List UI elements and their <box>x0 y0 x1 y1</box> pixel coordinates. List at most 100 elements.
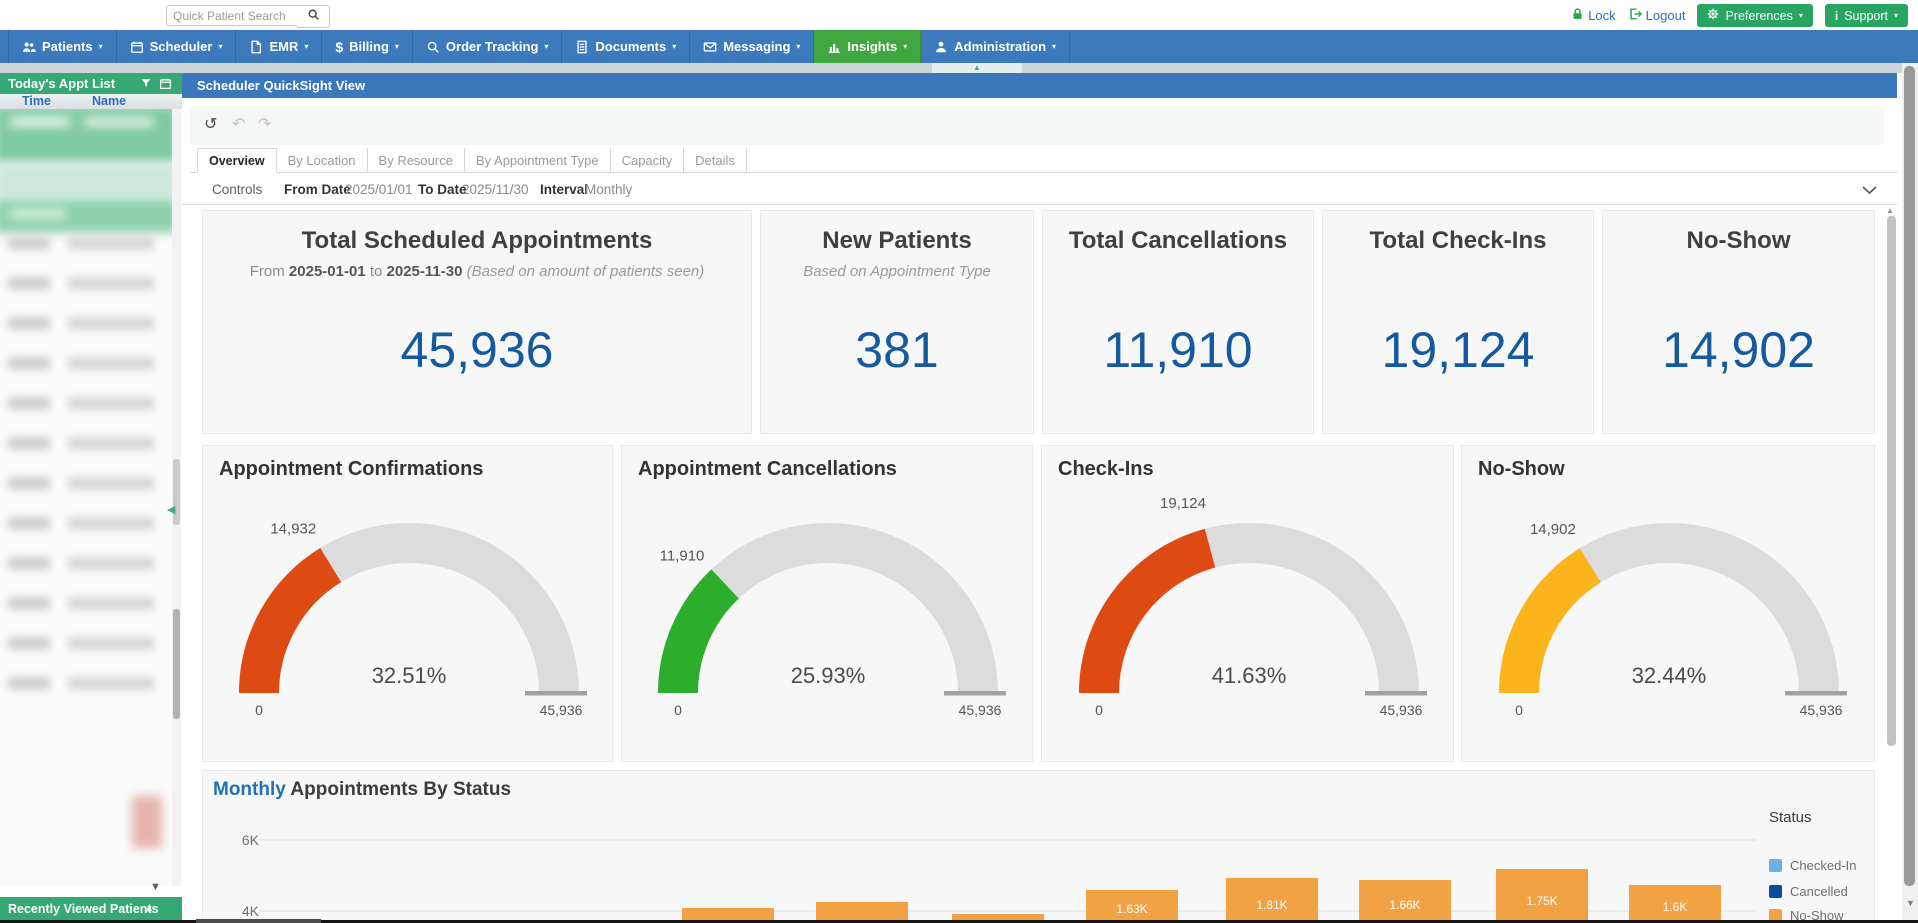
nav-item-label: Billing <box>349 39 389 54</box>
column-header-name: Name <box>92 94 126 108</box>
chevron-down-icon: ▾ <box>544 43 548 51</box>
svg-text:0: 0 <box>1515 702 1523 718</box>
chart-legend: Status <box>1769 809 1812 826</box>
nav-item-administration[interactable]: Administration ▾ <box>921 30 1070 63</box>
tab-details[interactable]: Details <box>684 148 747 173</box>
lock-icon <box>1571 7 1584 24</box>
redo-icon[interactable]: ↷ <box>258 114 271 134</box>
svg-text:0: 0 <box>255 702 263 718</box>
legend-item-cancelled[interactable]: Cancelled <box>1769 884 1848 899</box>
nav-item-scheduler[interactable]: Scheduler ▾ <box>117 30 237 63</box>
kpi-title: Total Check-Ins <box>1323 227 1593 255</box>
search-button[interactable] <box>297 5 330 28</box>
barchart-icon <box>827 40 841 54</box>
kpi-value: 11,910 <box>1043 315 1313 385</box>
collapse-sidebar-arrow[interactable]: ◀ <box>167 503 175 516</box>
nav-item-label: EMR <box>269 39 298 54</box>
appointment-list-redacted <box>0 109 172 886</box>
svg-text:14,932: 14,932 <box>270 521 316 538</box>
nav-item-label: Scheduler <box>150 39 213 54</box>
logout-icon <box>1628 7 1642 24</box>
tab-by-location[interactable]: By Location <box>277 148 368 173</box>
kpi-card-2: Total Cancellations 11,910 <box>1042 210 1314 434</box>
gauge-chart[interactable]: 14,932 32.51% 0 45,936 <box>229 494 589 734</box>
gauge-chart[interactable]: 11,910 25.93% 0 45,936 <box>648 494 1008 734</box>
reset-icon[interactable]: ↺ <box>204 114 217 134</box>
todays-appt-list-header: Today's Appt List <box>0 73 182 94</box>
kpi-card-3: Total Check-Ins 19,124 <box>1322 210 1594 434</box>
nav-item-documents[interactable]: Documents ▾ <box>562 30 690 63</box>
svg-text:32.44%: 32.44% <box>1632 663 1707 688</box>
to-date-value[interactable]: 2025/11/30 <box>462 182 529 197</box>
search-input[interactable] <box>166 5 302 26</box>
gauge-card-3: No-Show 14,902 32.44% 0 45,936 <box>1461 445 1875 762</box>
legend-label: Cancelled <box>1790 884 1848 899</box>
logout-label: Logout <box>1646 8 1686 23</box>
preferences-button[interactable]: Preferences ▾ <box>1697 4 1812 27</box>
from-date-value[interactable]: 2025/01/01 <box>345 182 413 197</box>
page-scroll-down-icon[interactable]: ▼ <box>1906 898 1915 908</box>
tab-overview[interactable]: Overview <box>197 148 277 173</box>
undo-icon[interactable]: ↶ <box>232 114 245 134</box>
logout-button[interactable]: Logout <box>1628 7 1686 24</box>
chevron-down-icon: ▾ <box>796 43 800 51</box>
nav-item-label: Patients <box>42 39 93 54</box>
page-scrollbar-thumb[interactable] <box>1904 66 1915 886</box>
nav-item-billing[interactable]: $Billing ▾ <box>322 30 413 63</box>
calendar-icon[interactable] <box>159 77 172 93</box>
kpi-value: 45,936 <box>203 315 751 385</box>
recently-viewed-patients-bar[interactable]: Recently Viewed Patients ▲ <box>0 897 182 920</box>
tab-by-resource[interactable]: By Resource <box>368 148 465 173</box>
nav-item-messaging[interactable]: Messaging ▾ <box>690 30 814 63</box>
legend-item-checked-in[interactable]: Checked-In <box>1769 858 1856 873</box>
svg-text:0: 0 <box>674 702 682 718</box>
svg-text:45,936: 45,936 <box>959 702 1002 718</box>
from-date-label: From Date <box>284 182 351 197</box>
filter-icon[interactable] <box>140 77 152 93</box>
chevron-down-icon: ▾ <box>672 43 676 51</box>
tab-by-appointment-type[interactable]: By Appointment Type <box>465 148 611 173</box>
lock-label: Lock <box>1588 8 1615 23</box>
bottom-edge-segment <box>196 919 321 923</box>
quicksight-view-header: Scheduler QuickSight View <box>182 73 1897 98</box>
kpi-card-1: New PatientsBased on Appointment Type 38… <box>760 210 1034 434</box>
kpi-card-4: No-Show 14,902 <box>1602 210 1875 434</box>
sidebar-scrollbar-thumb[interactable] <box>173 609 180 719</box>
support-button[interactable]: i Support ▾ <box>1825 4 1908 27</box>
kpi-value: 14,902 <box>1603 315 1874 385</box>
bar-value-label: 1.63K <box>1086 902 1178 916</box>
page-icon <box>249 40 263 54</box>
search-icon <box>307 8 320 26</box>
lock-button[interactable]: Lock <box>1571 7 1615 24</box>
todays-appt-list-title: Today's Appt List <box>8 76 115 91</box>
nav-item-label: Administration <box>954 39 1046 54</box>
support-label: Support <box>1844 9 1888 23</box>
column-header-time: Time <box>22 94 51 108</box>
tab-capacity[interactable]: Capacity <box>611 148 685 173</box>
svg-text:32.51%: 32.51% <box>371 663 446 688</box>
appt-list-column-headers: Time Name <box>0 94 182 109</box>
kpi-value: 381 <box>761 315 1033 385</box>
interval-value[interactable]: Monthly <box>585 182 632 197</box>
nav-item-insights[interactable]: Insights ▾ <box>814 30 921 63</box>
legend-swatch-icon <box>1769 885 1782 898</box>
nav-item-emr[interactable]: EMR ▾ <box>236 30 322 63</box>
nav-item-patients[interactable]: Patients ▾ <box>8 30 117 63</box>
gauge-chart[interactable]: 14,902 32.44% 0 45,936 <box>1489 494 1849 734</box>
gauge-chart[interactable]: 19,124 41.63% 0 45,936 <box>1069 494 1429 734</box>
chevron-down-icon: ▾ <box>395 43 399 51</box>
collapse-panel-handle[interactable]: ▲ <box>932 63 1022 73</box>
recently-viewed-patients-label: Recently Viewed Patients <box>8 902 159 916</box>
kpi-title: Total Cancellations <box>1043 227 1313 255</box>
dashboard-scroll-up-icon[interactable]: ▲ <box>1886 206 1894 215</box>
gauge-card-0: Appointment Confirmations 14,932 32.51% … <box>202 445 613 762</box>
appt-list-scroll-down-icon[interactable]: ▼ <box>150 881 161 893</box>
info-icon: i <box>1835 9 1838 23</box>
y-axis-tick-4k: 4K <box>219 903 259 919</box>
dashboard-scrollbar-thumb[interactable] <box>1887 216 1896 746</box>
kpi-subtitle: From 2025-01-01 to 2025-11-30 (Based on … <box>203 263 751 280</box>
controls-collapse-chevron[interactable] <box>1862 182 1877 200</box>
nav-item-order-tracking[interactable]: Order Tracking ▾ <box>413 30 563 63</box>
kpi-value: 19,124 <box>1323 315 1593 385</box>
svg-text:41.63%: 41.63% <box>1211 663 1286 688</box>
